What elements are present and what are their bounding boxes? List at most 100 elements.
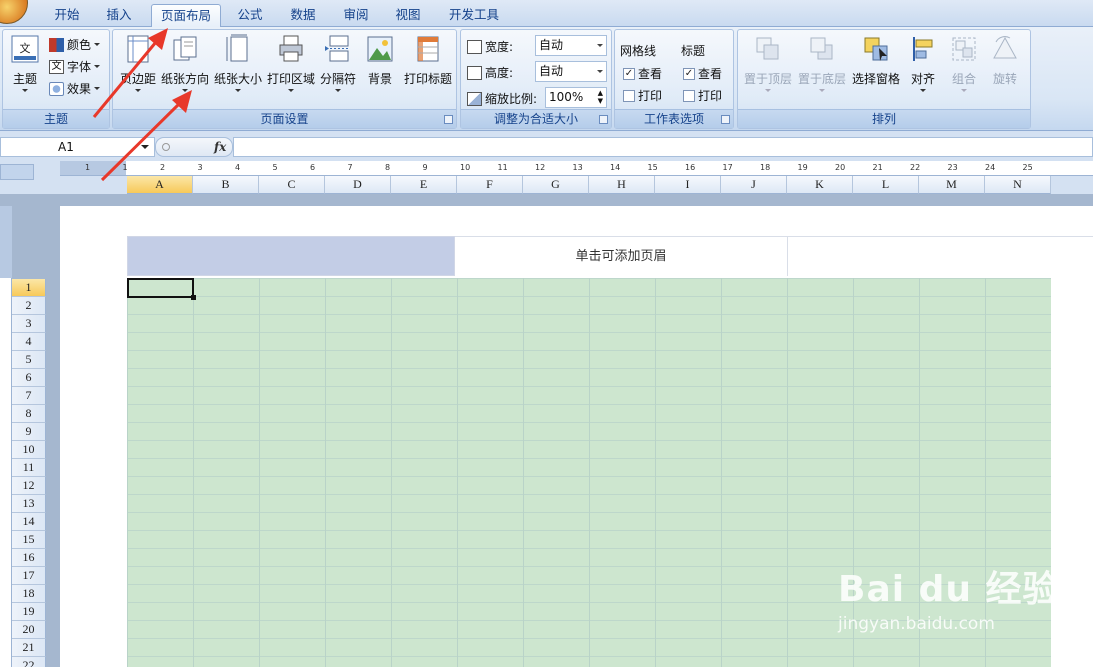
row-header-10[interactable]: 10 (12, 441, 46, 459)
tab-data[interactable]: 数据 (281, 4, 325, 27)
colors-button[interactable]: 颜色 (49, 36, 101, 53)
fill-handle[interactable] (191, 295, 196, 300)
row-header-18[interactable]: 18 (12, 585, 46, 603)
column-header-b[interactable]: B (193, 176, 259, 194)
size-button[interactable]: 纸张大小 (213, 34, 263, 92)
dialog-launcher-icon[interactable] (444, 115, 453, 124)
chevron-down-icon (235, 89, 241, 92)
column-header-l[interactable]: L (853, 176, 919, 194)
header-right-section[interactable] (788, 236, 1093, 276)
scale-spinner[interactable]: 100% ▲ ▼ (545, 87, 607, 108)
row-header-15[interactable]: 15 (12, 531, 46, 549)
chevron-down-icon[interactable] (141, 145, 149, 149)
print-area-button[interactable]: 打印区域 (265, 34, 317, 92)
row-header-1[interactable]: 1 (12, 279, 46, 297)
row-header-21[interactable]: 21 (12, 639, 46, 657)
row-header-2[interactable]: 2 (12, 297, 46, 315)
width-select[interactable]: 自动 (535, 35, 607, 56)
tab-view[interactable]: 视图 (386, 4, 430, 27)
fonts-icon: 文 (49, 59, 64, 74)
name-box[interactable]: A1 (0, 137, 155, 157)
ruler-tick-label: 4 (235, 163, 241, 172)
chevron-down-icon (597, 70, 603, 73)
column-header-k[interactable]: K (787, 176, 853, 194)
row-header-5[interactable]: 5 (12, 351, 46, 369)
row-header-20[interactable]: 20 (12, 621, 46, 639)
dialog-launcher-icon[interactable] (599, 115, 608, 124)
header-center-section[interactable]: 单击可添加页眉 (455, 236, 788, 276)
ruler-tick-label: 5 (272, 163, 278, 172)
row-header-9[interactable]: 9 (12, 423, 46, 441)
column-header-h[interactable]: H (589, 176, 655, 194)
dialog-launcher-icon[interactable] (721, 115, 730, 124)
align-button[interactable]: 对齐 (906, 34, 940, 92)
column-header-n[interactable]: N (985, 176, 1051, 194)
height-label-row: 高度: (467, 64, 513, 81)
ruler-tick-label: 25 (1022, 163, 1033, 172)
row-header-12[interactable]: 12 (12, 477, 46, 495)
gridlines-print-checkbox[interactable]: 打印 (623, 87, 662, 104)
gridlines-view-checkbox[interactable]: ✓ 查看 (623, 65, 662, 82)
bring-to-front-button[interactable]: 置于顶层 (742, 34, 794, 92)
ribbon-tab-bar: 开始 插入 页面布局 公式 数据 审阅 视图 开发工具 (0, 0, 1093, 27)
orientation-icon (173, 36, 197, 61)
headings-view-checkbox[interactable]: ✓ 查看 (683, 65, 722, 82)
column-header-m[interactable]: M (919, 176, 985, 194)
print-titles-button[interactable]: 打印标题 (401, 34, 455, 87)
row-header-19[interactable]: 19 (12, 603, 46, 621)
tab-insert[interactable]: 插入 (97, 4, 141, 27)
group-themes: 文 主题 颜色 文 字体 效果 主题 (2, 29, 110, 129)
effects-button[interactable]: 效果 (49, 80, 101, 97)
orientation-button[interactable]: 纸张方向 (159, 34, 211, 92)
row-header-16[interactable]: 16 (12, 549, 46, 567)
row-header-6[interactable]: 6 (12, 369, 46, 387)
column-header-d[interactable]: D (325, 176, 391, 194)
fonts-button[interactable]: 文 字体 (49, 58, 101, 75)
margins-button[interactable]: 页边距 (117, 34, 159, 92)
ruler-tick-label: 8 (385, 163, 391, 172)
tab-developer[interactable]: 开发工具 (441, 4, 507, 27)
office-button-icon[interactable] (0, 0, 28, 24)
row-header-4[interactable]: 4 (12, 333, 46, 351)
row-header-13[interactable]: 13 (12, 495, 46, 513)
row-header-14[interactable]: 14 (12, 513, 46, 531)
themes-button[interactable]: 文 主题 (7, 34, 43, 92)
tab-home[interactable]: 开始 (45, 4, 89, 27)
row-header-17[interactable]: 17 (12, 567, 46, 585)
selection-pane-button[interactable]: 选择窗格 (850, 34, 902, 87)
active-cell-a1[interactable] (127, 278, 196, 300)
row-header-22[interactable]: 22 (12, 657, 46, 667)
column-header-f[interactable]: F (457, 176, 523, 194)
header-left-section[interactable] (127, 236, 455, 276)
print-titles-icon (417, 36, 439, 62)
column-header-c[interactable]: C (259, 176, 325, 194)
height-select[interactable]: 自动 (535, 61, 607, 82)
column-header-j[interactable]: J (721, 176, 787, 194)
row-header-11[interactable]: 11 (12, 459, 46, 477)
ruler-tick-label: 18 (760, 163, 771, 172)
row-header-7[interactable]: 7 (12, 387, 46, 405)
tab-review[interactable]: 审阅 (334, 4, 378, 27)
spinner-arrows-icon[interactable]: ▲ ▼ (598, 89, 603, 105)
send-to-back-button[interactable]: 置于底层 (796, 34, 848, 92)
formula-input[interactable] (233, 137, 1093, 157)
background-button[interactable]: 背景 (361, 34, 399, 87)
rotate-button[interactable]: 旋转 (988, 34, 1022, 87)
page-break-icon (325, 35, 349, 62)
tab-page-layout[interactable]: 页面布局 (151, 4, 221, 27)
column-header-g[interactable]: G (523, 176, 589, 194)
align-icon (913, 37, 933, 61)
column-header-e[interactable]: E (391, 176, 457, 194)
chevron-down-icon (597, 44, 603, 47)
headings-print-checkbox[interactable]: 打印 (683, 87, 722, 104)
breaks-button[interactable]: 分隔符 (319, 34, 357, 92)
column-header-i[interactable]: I (655, 176, 721, 194)
column-header-a[interactable]: A (127, 176, 193, 194)
row-header-3[interactable]: 3 (12, 315, 46, 333)
row-header-8[interactable]: 8 (12, 405, 46, 423)
insert-function-button[interactable]: fx (155, 137, 233, 157)
group-button[interactable]: 组合 (946, 34, 982, 92)
ruler-tick-label: 2 (160, 163, 166, 172)
tab-formulas[interactable]: 公式 (228, 4, 272, 27)
select-all-box[interactable] (0, 164, 34, 180)
